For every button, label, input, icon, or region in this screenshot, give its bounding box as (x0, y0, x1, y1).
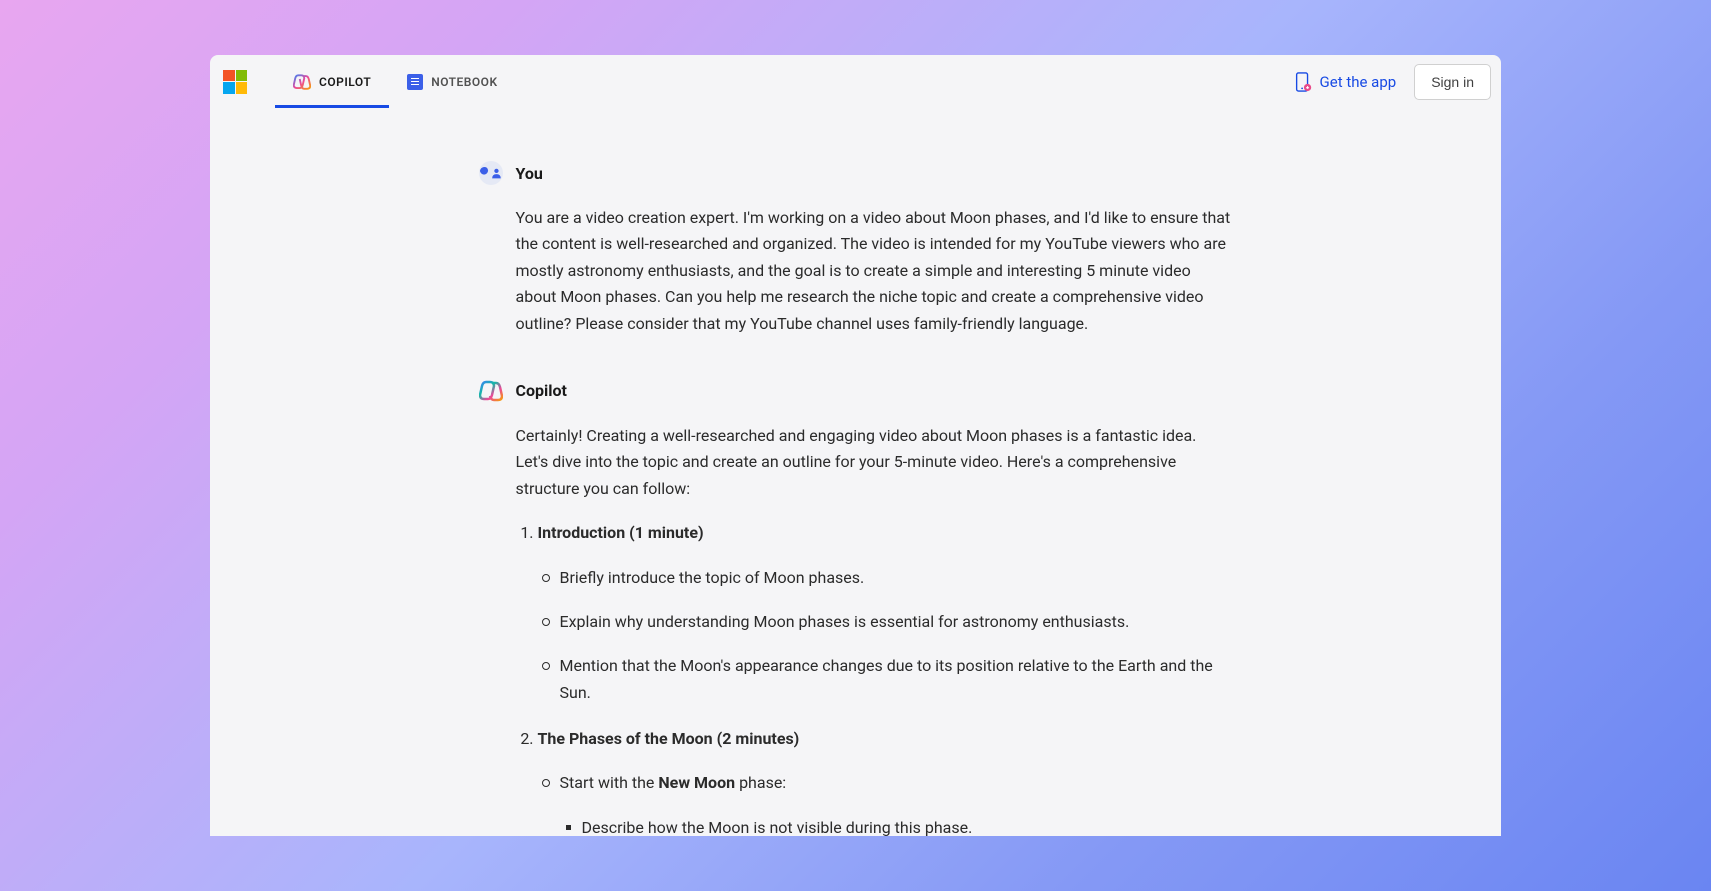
list-item: Briefly introduce the topic of Moon phas… (560, 565, 1233, 591)
chat-container: You You are a video creation expert. I'm… (435, 161, 1277, 836)
section-2-title: The Phases of the Moon (2 minutes) (538, 729, 800, 748)
get-app-link[interactable]: Get the app (1294, 72, 1397, 92)
outline-section-2: The Phases of the Moon (2 minutes) Start… (538, 726, 1233, 836)
tab-copilot-label: COPILOT (319, 75, 371, 89)
section-2-subpoints: Describe how the Moon is not visible dur… (560, 815, 1233, 836)
user-avatar-icon (479, 161, 503, 185)
sub-bold: New Moon (658, 773, 735, 792)
copilot-icon (293, 73, 311, 91)
header-actions: Get the app Sign in (1294, 64, 1491, 100)
sign-in-button[interactable]: Sign in (1414, 64, 1491, 100)
message-header: You (479, 161, 1233, 185)
user-name: You (516, 164, 543, 183)
tab-notebook-label: NOTEBOOK (431, 75, 497, 89)
message-user: You You are a video creation expert. I'm… (479, 161, 1233, 337)
message-header: Copilot (479, 379, 1233, 403)
copilot-avatar-icon (479, 379, 503, 403)
notebook-icon (407, 74, 423, 90)
copilot-message-body: Certainly! Creating a well-researched an… (479, 423, 1233, 836)
chat-content: You You are a video creation expert. I'm… (210, 109, 1501, 836)
tab-bar: COPILOT NOTEBOOK (275, 55, 516, 108)
sub-suffix: phase: (735, 773, 786, 792)
message-copilot: Copilot Certainly! Creating a well-resea… (479, 379, 1233, 836)
outline-section-1: Introduction (1 minute) Briefly introduc… (538, 520, 1233, 706)
user-message-text: You are a video creation expert. I'm wor… (479, 205, 1233, 337)
microsoft-logo-icon[interactable] (223, 70, 247, 94)
outline-list: Introduction (1 minute) Briefly introduc… (516, 520, 1233, 836)
tab-notebook[interactable]: NOTEBOOK (389, 55, 515, 108)
section-1-points: Briefly introduce the topic of Moon phas… (538, 565, 1233, 707)
sub-prefix: Start with the (560, 773, 659, 792)
list-item: Mention that the Moon's appearance chang… (560, 653, 1233, 706)
app-window: COPILOT NOTEBOOK Get the app Sign in (210, 55, 1501, 836)
copilot-name: Copilot (516, 381, 567, 400)
list-item: Describe how the Moon is not visible dur… (582, 815, 1233, 836)
tab-copilot[interactable]: COPILOT (275, 55, 389, 108)
list-item: Explain why understanding Moon phases is… (560, 609, 1233, 635)
app-header: COPILOT NOTEBOOK Get the app Sign in (210, 55, 1501, 109)
section-2-sub: Start with the New Moon phase: Describe … (538, 770, 1233, 836)
phone-app-icon (1294, 72, 1312, 92)
list-item: Start with the New Moon phase: Describe … (560, 770, 1233, 836)
get-app-label: Get the app (1320, 73, 1397, 91)
section-1-title: Introduction (1 minute) (538, 523, 704, 542)
copilot-intro-text: Certainly! Creating a well-researched an… (516, 423, 1233, 502)
